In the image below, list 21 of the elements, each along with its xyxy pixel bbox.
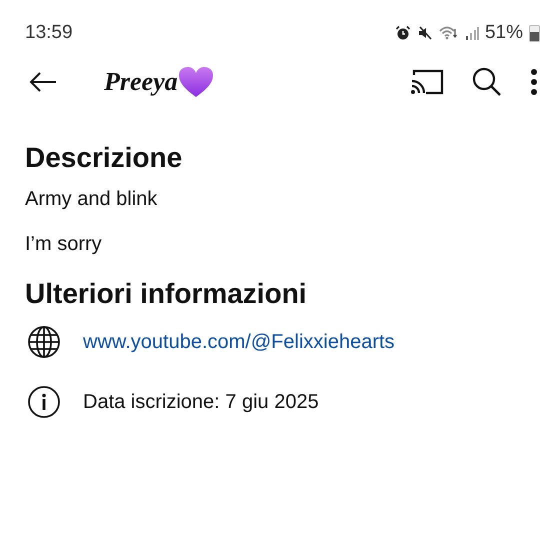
mute-icon [416,25,433,41]
description-text: Army and blink [25,188,158,211]
battery-percentage: 51% [484,22,523,44]
info-icon [27,385,61,419]
section-heading: Descrizione [25,142,184,174]
section-heading: Ulteriori informazioni [25,278,308,310]
description-text: I’m sorry [25,233,103,256]
heart-icon [178,66,214,98]
cast-icon [410,69,444,95]
alarm-icon [394,25,411,41]
more-icon [530,68,538,96]
back-arrow-icon [28,70,58,94]
globe-icon [27,325,61,359]
wifi-icon [438,25,459,41]
signal-icon [464,26,479,40]
join-date: Data iscrizione: 7 giu 2025 [83,390,319,414]
battery-icon [529,24,540,42]
status-time: 13:59 [25,22,73,44]
channel-title: Preeya [104,67,178,97]
search-icon [472,67,502,97]
channel-link[interactable]: www.youtube.com/@Felixxiehearts [83,330,395,354]
